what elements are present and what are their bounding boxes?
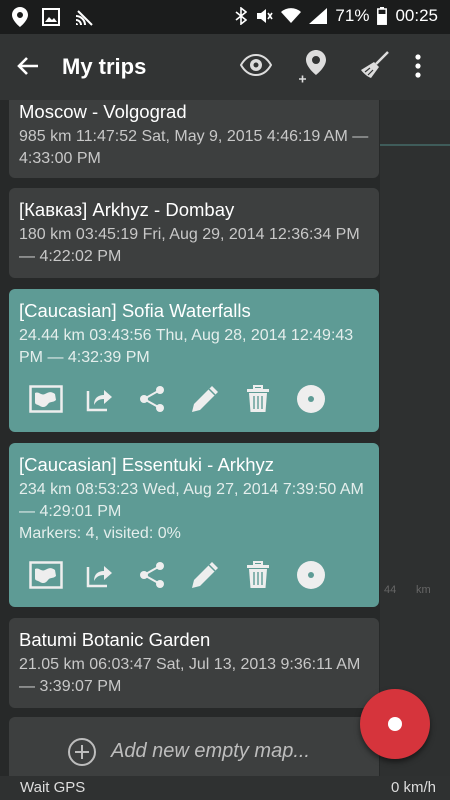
trip-list[interactable]: 44 km Moscow - Volgograd 985 km 11:47:52… bbox=[0, 100, 450, 776]
export-icon[interactable] bbox=[72, 555, 125, 595]
map-distance-unit: km bbox=[416, 584, 431, 596]
eye-icon[interactable] bbox=[239, 53, 273, 81]
battery-level: 71% bbox=[335, 6, 370, 25]
trip-details: 21.05 km 06:03:47 Sat, Jul 13, 2013 9:36… bbox=[19, 656, 361, 695]
add-marker-icon[interactable] bbox=[298, 50, 328, 89]
gps-status-bar: Wait GPS 0 km/h bbox=[0, 776, 450, 800]
edit-pencil-icon[interactable] bbox=[178, 379, 231, 419]
trip-name: [Кавказ] Arkhyz - Dombay bbox=[19, 199, 235, 220]
trip-card[interactable]: Moscow - Volgograd 985 km 11:47:52 Sat, … bbox=[9, 100, 379, 178]
speed-readout: 0 km/h bbox=[390, 779, 436, 796]
clock: 00:25 bbox=[395, 6, 438, 25]
gps-status: Wait GPS bbox=[20, 779, 86, 796]
trash-icon[interactable] bbox=[231, 379, 284, 419]
disc-icon[interactable] bbox=[284, 555, 337, 595]
trip-card[interactable]: [Кавказ] Arkhyz - Dombay 180 km 03:45:19… bbox=[9, 188, 379, 278]
trip-markers: Markers: 4, visited: 0% bbox=[19, 525, 181, 542]
trip-details: 24.44 km 03:43:56 Thu, Aug 28, 2014 12:4… bbox=[19, 327, 354, 366]
map-icon[interactable] bbox=[19, 555, 72, 595]
app-bar: My trips bbox=[0, 34, 450, 100]
share-icon[interactable] bbox=[125, 379, 178, 419]
broom-icon[interactable] bbox=[360, 50, 390, 85]
wifi-icon bbox=[281, 8, 302, 24]
battery-icon bbox=[377, 7, 388, 25]
disc-icon[interactable] bbox=[284, 379, 337, 419]
trip-details: 234 km 08:53:23 Wed, Aug 27, 2014 7:39:5… bbox=[19, 481, 364, 520]
location-icon bbox=[12, 7, 28, 27]
bluetooth-icon bbox=[235, 7, 248, 25]
add-new-map-label: Add new empty map... bbox=[111, 740, 310, 762]
trip-card-selected[interactable]: [Caucasian] Essentuki - Arkhyz 234 km 08… bbox=[9, 443, 379, 607]
map-background: 44 km bbox=[380, 100, 450, 776]
trip-card[interactable]: Batumi Botanic Garden 21.05 km 06:03:47 … bbox=[9, 618, 379, 708]
map-icon[interactable] bbox=[19, 379, 72, 419]
export-icon[interactable] bbox=[72, 379, 125, 419]
trip-name: Moscow - Volgograd bbox=[19, 101, 187, 122]
edit-pencil-icon[interactable] bbox=[178, 555, 231, 595]
back-arrow-icon[interactable] bbox=[16, 54, 40, 83]
trash-icon[interactable] bbox=[231, 555, 284, 595]
trip-actions bbox=[19, 377, 369, 421]
trip-name: [Caucasian] Sofia Waterfalls bbox=[19, 300, 251, 321]
status-bar: 71% 00:25 bbox=[0, 0, 450, 34]
trip-name: Batumi Botanic Garden bbox=[19, 629, 211, 650]
share-icon[interactable] bbox=[125, 555, 178, 595]
mute-icon bbox=[255, 7, 274, 25]
trip-details: 180 km 03:45:19 Fri, Aug 29, 2014 12:36:… bbox=[19, 226, 360, 265]
overflow-menu-icon[interactable] bbox=[414, 54, 422, 83]
trip-actions bbox=[19, 553, 369, 597]
gallery-icon bbox=[42, 8, 60, 26]
map-distance-tick: 44 bbox=[384, 584, 397, 596]
record-button[interactable] bbox=[360, 689, 430, 759]
add-circle-icon bbox=[67, 737, 97, 772]
cast-icon bbox=[74, 7, 94, 27]
trip-name: [Caucasian] Essentuki - Arkhyz bbox=[19, 454, 274, 475]
trip-details: 985 km 11:47:52 Sat, May 9, 2015 4:46:19… bbox=[19, 128, 369, 167]
record-dot-icon bbox=[388, 717, 402, 731]
signal-icon bbox=[309, 8, 328, 24]
page-title: My trips bbox=[62, 54, 147, 79]
add-new-map-button[interactable]: Add new empty map... bbox=[9, 717, 379, 776]
trip-card-selected[interactable]: [Caucasian] Sofia Waterfalls 24.44 km 03… bbox=[9, 289, 379, 432]
